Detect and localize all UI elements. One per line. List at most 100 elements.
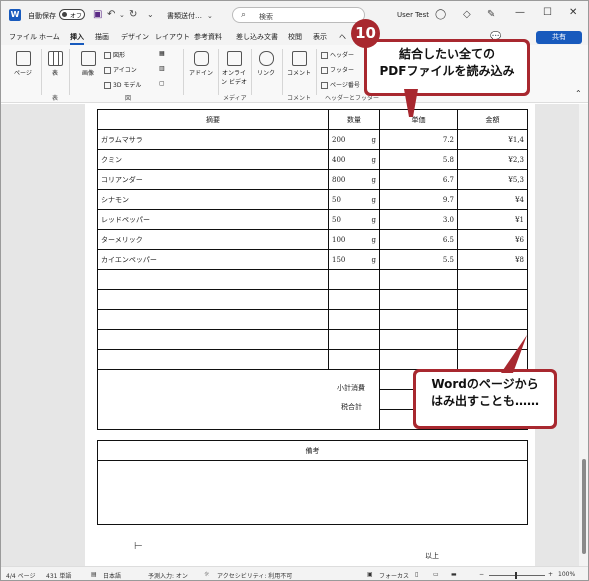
tab-help[interactable]: ヘ — [339, 32, 346, 42]
zoom-out-icon[interactable]: − — [479, 571, 484, 578]
cell-description[interactable] — [97, 289, 329, 310]
pen-icon[interactable]: ✎ — [487, 9, 495, 21]
tab-home[interactable]: ホーム — [39, 32, 60, 42]
tab-view[interactable]: 表示 — [313, 32, 327, 42]
screenshot-icon[interactable]: ▢ — [159, 80, 165, 87]
print-layout-icon[interactable]: ▭ — [433, 571, 439, 578]
cell-quantity[interactable]: 50 g — [328, 209, 380, 230]
focus-icon[interactable]: ▣ — [367, 571, 373, 578]
shapes-button[interactable]: 図形 — [104, 50, 125, 59]
document-title[interactable]: 書類送付… — [167, 11, 202, 21]
customize-toolbar-icon[interactable]: ⌄ — [147, 9, 154, 21]
maximize-button[interactable]: ☐ — [543, 7, 552, 18]
zoom-slider-knob[interactable] — [515, 572, 517, 579]
cell-amount[interactable]: ¥1,4 — [457, 129, 528, 150]
accessibility-status[interactable]: アクセシビリティ: 利用不可 — [217, 571, 292, 580]
cell-description[interactable]: カイエンペッパー — [97, 249, 329, 270]
tab-file[interactable]: ファイル — [9, 32, 37, 42]
cell-unit-price[interactable] — [379, 309, 458, 330]
cell-amount[interactable]: ¥8 — [457, 249, 528, 270]
footer-button[interactable]: フッター — [321, 65, 354, 74]
cell-unit-price[interactable]: 6.7 — [379, 169, 458, 190]
cell-description[interactable]: クミン — [97, 149, 329, 170]
undo-icon[interactable]: ↶ — [107, 9, 115, 21]
proofing-icon[interactable]: ▤ — [91, 571, 97, 578]
tab-mailings[interactable]: 差し込み文書 — [236, 32, 278, 42]
cell-total-area[interactable] — [97, 369, 380, 430]
tab-review[interactable]: 校閲 — [288, 32, 302, 42]
cell-unit-price[interactable] — [379, 349, 458, 370]
zoom-in-icon[interactable]: + — [548, 571, 553, 578]
cell-quantity[interactable]: 800 g — [328, 169, 380, 190]
cell-quantity[interactable] — [328, 289, 380, 310]
cell-description[interactable] — [97, 349, 329, 370]
collapse-ribbon-icon[interactable]: ⌃ — [575, 89, 582, 98]
tab-references[interactable]: 参考資料 — [194, 32, 222, 42]
cell-unit-price[interactable]: 9.7 — [379, 189, 458, 210]
user-name[interactable]: User Test — [397, 11, 429, 19]
cell-amount[interactable]: ¥2,3 — [457, 149, 528, 170]
cell-quantity[interactable] — [328, 269, 380, 290]
autosave-toggle[interactable]: オフ — [59, 9, 85, 20]
title-chevron-icon[interactable]: ⌄ — [207, 10, 213, 22]
cell-description[interactable] — [97, 309, 329, 330]
header-button[interactable]: ヘッダー — [321, 50, 354, 59]
cell-unit-price[interactable]: 7.2 — [379, 129, 458, 150]
language[interactable]: 日本語 — [103, 571, 121, 580]
tab-layout[interactable]: レイアウト — [155, 32, 190, 42]
cell-description[interactable]: コリアンダー — [97, 169, 329, 190]
share-button[interactable]: 共有 — [536, 31, 582, 44]
cell-unit-price[interactable]: 6.5 — [379, 229, 458, 250]
web-layout-icon[interactable]: ▬ — [451, 571, 457, 578]
scroll-thumb[interactable] — [582, 459, 586, 554]
cell-amount[interactable] — [457, 289, 528, 310]
cell-amount[interactable] — [457, 309, 528, 330]
page-number-button[interactable]: ページ番号 — [321, 80, 360, 89]
word-count[interactable]: 431 単語 — [46, 571, 71, 580]
cell-quantity[interactable]: 150 g — [328, 249, 380, 270]
search-box[interactable]: ⌕ 検索 — [232, 7, 365, 23]
close-button[interactable]: ✕ — [569, 7, 577, 18]
vertical-scrollbar[interactable] — [579, 104, 588, 566]
cell-description[interactable]: ガラムマサラ — [97, 129, 329, 150]
text-prediction[interactable]: 予測入力: オン — [148, 571, 188, 580]
3d-model-button[interactable]: 3D モデル — [104, 80, 141, 89]
zoom-level[interactable]: 100% — [558, 571, 575, 578]
zoom-slider-track[interactable] — [489, 575, 545, 576]
chart-icon[interactable]: ▥ — [159, 65, 165, 72]
cell-quantity[interactable] — [328, 329, 380, 350]
read-mode-icon[interactable]: ▯ — [415, 571, 418, 578]
user-avatar-icon[interactable]: ◯ — [435, 9, 446, 21]
minimize-button[interactable]: — — [515, 7, 525, 18]
diamond-icon[interactable]: ◇ — [463, 9, 471, 21]
cell-amount[interactable]: ¥6 — [457, 229, 528, 250]
page-count[interactable]: 4/4 ページ — [6, 571, 35, 580]
cell-description[interactable]: ターメリック — [97, 229, 329, 250]
comment-insert-button[interactable]: コメント — [286, 51, 312, 77]
cell-amount[interactable]: ¥5,3 — [457, 169, 528, 190]
cell-quantity[interactable]: 200 g — [328, 129, 380, 150]
redo-icon[interactable]: ↻ — [129, 9, 137, 21]
undo-dropdown-icon[interactable]: ⌄ — [119, 9, 125, 21]
cell-unit-price[interactable]: 5.8 — [379, 149, 458, 170]
cell-quantity[interactable]: 50 g — [328, 189, 380, 210]
online-video-button[interactable]: オンライン ビデオ — [221, 51, 247, 86]
tab-insert[interactable]: 挿入 — [70, 32, 84, 42]
cell-description[interactable] — [97, 329, 329, 350]
smartart-icon[interactable]: ▦ — [159, 50, 165, 57]
cell-unit-price[interactable]: 3.0 — [379, 209, 458, 230]
cell-quantity[interactable]: 100 g — [328, 229, 380, 250]
cell-description[interactable]: シナモン — [97, 189, 329, 210]
remarks-box[interactable]: 備考 — [97, 440, 528, 525]
cell-unit-price[interactable] — [379, 329, 458, 350]
cell-description[interactable]: レッドペッパー — [97, 209, 329, 230]
page-button[interactable]: ページ — [11, 51, 35, 77]
cell-unit-price[interactable]: 5.5 — [379, 249, 458, 270]
table-button[interactable]: 表 — [45, 51, 65, 77]
cell-unit-price[interactable] — [379, 289, 458, 310]
cell-description[interactable] — [97, 269, 329, 290]
cell-amount[interactable]: ¥1 — [457, 209, 528, 230]
tab-design[interactable]: デザイン — [121, 32, 149, 42]
cell-unit-price[interactable] — [379, 269, 458, 290]
cell-amount[interactable] — [457, 269, 528, 290]
